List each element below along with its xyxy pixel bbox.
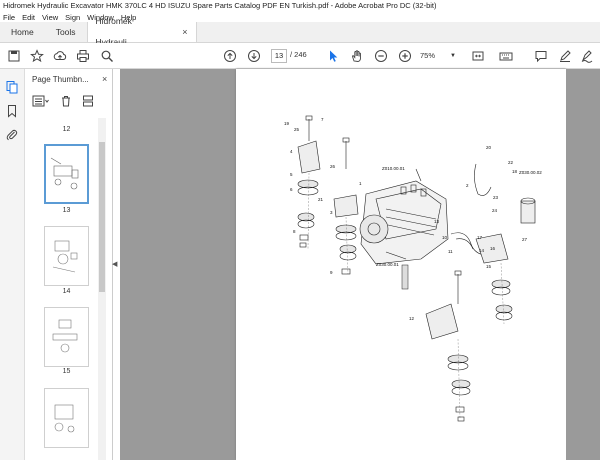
insert-page-icon[interactable] <box>82 95 94 107</box>
callout: 3 <box>330 210 333 215</box>
callout: 26 <box>330 164 336 169</box>
tab-document[interactable]: Hidromek Hydrauli... × <box>86 16 197 47</box>
thumbnails-panel-title: Page Thumbn... <box>32 75 89 84</box>
thumbnail-drawing <box>52 319 78 353</box>
sign-icon[interactable] <box>579 48 595 64</box>
callout: 22 <box>508 160 514 165</box>
close-tab-icon[interactable]: × <box>182 22 187 43</box>
page-total: / 246 <box>290 50 307 59</box>
callout: 19 <box>284 121 290 126</box>
thumbnail-label-15: 15 <box>62 368 71 375</box>
fit-page-icon[interactable] <box>470 48 486 64</box>
callout: 8 <box>293 229 296 234</box>
callout: 9 <box>330 270 333 275</box>
print-icon[interactable] <box>75 48 91 64</box>
assembly-label-z030-01: Z030.00.01 <box>376 262 399 267</box>
select-cursor-icon[interactable] <box>325 48 341 64</box>
thumbnails-tools <box>28 93 110 109</box>
tab-home[interactable]: Home <box>0 22 45 42</box>
callout: 20 <box>486 145 492 150</box>
callout: 16 <box>490 246 496 251</box>
exploded-parts-diagram: Z010.00.01 Z030.00.01 Z030.00.02 7 19 25… <box>284 115 542 422</box>
next-page-icon[interactable] <box>246 48 262 64</box>
assembly-label-z010: Z010.00.01 <box>382 166 405 171</box>
thumbnail-options-icon[interactable] <box>32 95 50 107</box>
page-thumbnails-icon[interactable] <box>5 80 19 94</box>
callout: 13 <box>434 219 440 224</box>
callout: 18 <box>512 169 518 174</box>
thumbnail-page-16[interactable] <box>44 388 89 448</box>
callout: 1 <box>359 181 362 186</box>
assembly-label-z030-02: Z030.00.02 <box>519 170 542 175</box>
previous-page-icon[interactable] <box>222 48 238 64</box>
callout: 10 <box>442 235 448 240</box>
page-number-input[interactable]: 13 <box>271 49 287 63</box>
close-panel-icon[interactable]: × <box>102 74 107 84</box>
thumbnail-page-13[interactable] <box>44 144 89 204</box>
keyboard-icon[interactable] <box>498 48 514 64</box>
callout: 2 <box>466 183 469 188</box>
bookmark-star-icon[interactable] <box>29 48 45 64</box>
callout: 15 <box>486 264 492 269</box>
zoom-value: 75% <box>420 51 436 60</box>
toolbar: 13 / 246 75% ▼ <box>0 43 600 69</box>
callout: 12 <box>409 316 415 321</box>
thumbnail-drawing <box>50 157 79 190</box>
callout: 17 <box>477 235 483 240</box>
find-icon[interactable] <box>99 48 115 64</box>
thumbnails-scrollbar[interactable] <box>98 118 106 460</box>
callout: 23 <box>493 195 499 200</box>
highlight-pen-icon[interactable] <box>557 48 573 64</box>
delete-page-icon[interactable] <box>60 95 72 107</box>
callout: 11 <box>448 249 453 254</box>
thumbnail-page-15[interactable] <box>44 307 89 367</box>
navigation-rail <box>0 69 25 460</box>
thumbnail-drawing <box>54 404 75 433</box>
save-icon[interactable] <box>6 48 22 64</box>
tab-tools[interactable]: Tools <box>45 22 87 42</box>
pdf-page: Z010.00.01 Z030.00.01 Z030.00.02 7 19 25… <box>236 69 566 460</box>
window-title: Hidromek Hydraulic Excavator HMK 370LC 4… <box>0 0 600 12</box>
callout: 21 <box>318 197 324 202</box>
callout: 27 <box>522 237 528 242</box>
hand-tool-icon[interactable] <box>349 48 365 64</box>
viewer-right-margin <box>566 69 600 460</box>
callout: 4 <box>290 149 293 154</box>
thumbnail-label-14: 14 <box>62 288 71 295</box>
tab-bar: Home Tools Hidromek Hydrauli... × <box>0 16 600 47</box>
callout: 7 <box>321 117 324 122</box>
callout: 24 <box>492 208 498 213</box>
thumbnail-label-13: 13 <box>62 207 71 214</box>
bookmarks-icon[interactable] <box>5 104 19 118</box>
collapse-panel-icon[interactable]: ◀ <box>112 260 120 272</box>
chevron-down-icon: ▼ <box>450 53 456 59</box>
attachments-icon[interactable] <box>5 128 19 142</box>
callout: 14 <box>479 248 485 253</box>
thumbnail-drawing <box>52 240 78 273</box>
callout: 5 <box>290 172 293 177</box>
callout: 6 <box>290 187 293 192</box>
scrollbar-thumb[interactable] <box>99 142 105 292</box>
zoom-in-icon[interactable] <box>397 48 413 64</box>
thumbnail-label-12: 12 <box>62 126 71 133</box>
thumbnail-page-14[interactable] <box>44 226 89 286</box>
zoom-out-icon[interactable] <box>373 48 389 64</box>
cloud-upload-icon[interactable] <box>52 48 68 64</box>
comment-icon[interactable] <box>533 48 549 64</box>
zoom-select[interactable]: 75% ▼ <box>420 49 456 63</box>
callout: 25 <box>294 127 300 132</box>
